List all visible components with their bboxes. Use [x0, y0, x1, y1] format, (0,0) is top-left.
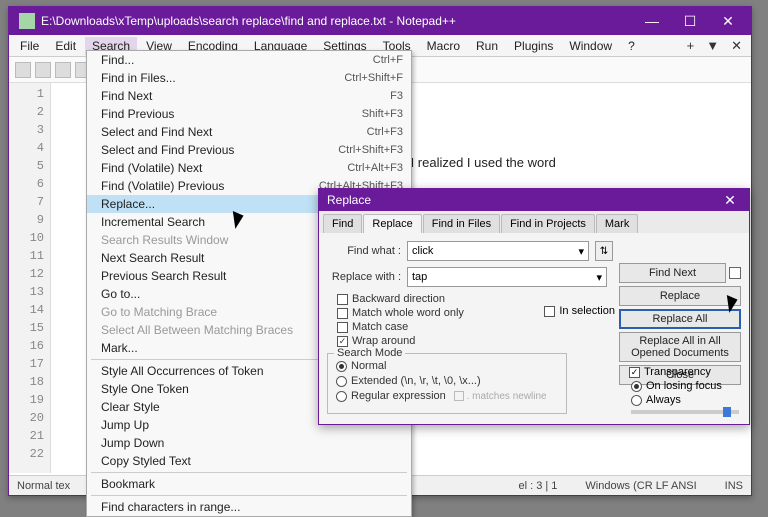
status-selection: el : 3 | 1 [518, 480, 557, 492]
maximize-button[interactable]: ☐ [671, 7, 709, 35]
menu-plugins[interactable]: Plugins [507, 37, 560, 55]
transparency-checkbox[interactable]: ✓ [629, 367, 640, 378]
dialog-titlebar[interactable]: Replace ✕ [319, 189, 749, 211]
search-menu-item[interactable]: Jump Down [87, 434, 411, 452]
tab-replace[interactable]: Replace [363, 214, 421, 233]
swap-fields-button[interactable]: ⇅ [595, 241, 613, 261]
minimize-button[interactable]: — [633, 7, 671, 35]
menu-window[interactable]: Window [562, 37, 619, 55]
options-checks: Backward direction Match whole word only… [337, 293, 613, 347]
transp-losing-focus-radio[interactable] [631, 381, 642, 392]
mode-extended-radio[interactable] [336, 376, 347, 387]
search-menu-item[interactable]: Bookmark [87, 475, 411, 493]
in-selection-checkbox[interactable] [544, 306, 555, 317]
cursor-icon [233, 209, 249, 229]
dialog-body: Find what : click▾ ⇅ Replace with : tap▾… [319, 233, 749, 424]
tab-mark[interactable]: Mark [596, 214, 638, 233]
chevron-down-icon: ▾ [578, 245, 584, 258]
search-menu-item[interactable]: Find (Volatile) NextCtrl+Alt+F3 [87, 159, 411, 177]
tab-find-in-files[interactable]: Find in Files [423, 214, 500, 233]
status-filetype: Normal tex [17, 480, 70, 492]
find-what-input[interactable]: click▾ [407, 241, 589, 261]
tab-find-in-projects[interactable]: Find in Projects [501, 214, 595, 233]
match-case-checkbox[interactable] [337, 322, 348, 333]
new-tab-button[interactable]: + [682, 36, 700, 55]
dialog-close-icon[interactable]: ✕ [719, 192, 741, 209]
in-selection-row: In selection [544, 305, 615, 317]
wrap-around-checkbox[interactable]: ✓ [337, 336, 348, 347]
menu-edit[interactable]: Edit [48, 37, 83, 55]
search-menu-item[interactable]: Select and Find PreviousCtrl+Shift+F3 [87, 141, 411, 159]
mode-normal-radio[interactable] [336, 361, 347, 372]
menu-file[interactable]: File [13, 37, 46, 55]
find-next-button[interactable]: Find Next [619, 263, 726, 283]
search-mode-group: Search Mode Normal Extended (\n, \r, \t,… [327, 353, 567, 414]
titlebar: E:\Downloads\xTemp\uploads\search replac… [9, 7, 751, 35]
search-menu-item[interactable]: Find NextF3 [87, 87, 411, 105]
replace-button[interactable]: Replace [619, 286, 741, 306]
window-title: E:\Downloads\xTemp\uploads\search replac… [41, 14, 633, 28]
line-gutter: 1234567910111213141516171819202122 [9, 83, 51, 473]
transp-always-radio[interactable] [631, 395, 642, 406]
transparency-slider[interactable] [631, 410, 739, 414]
replace-with-label: Replace with : [327, 271, 401, 283]
search-menu-item[interactable]: Find in Files...Ctrl+Shift+F [87, 69, 411, 87]
search-menu-item[interactable]: Find characters in range... [87, 498, 411, 516]
replace-all-button[interactable]: Replace All [619, 309, 741, 329]
menu-help[interactable]: ? [621, 37, 642, 55]
tab-menu-button[interactable]: ▼ [701, 36, 724, 55]
dialog-title: Replace [327, 193, 371, 207]
mode-regex-radio[interactable] [336, 391, 347, 402]
toolbar-button[interactable] [55, 62, 71, 78]
menu-run[interactable]: Run [469, 37, 505, 55]
replace-with-input[interactable]: tap▾ [407, 267, 607, 287]
status-eol: Windows (CR LF ANSI [585, 480, 696, 492]
cursor-icon [727, 293, 743, 313]
close-window-button[interactable]: ✕ [709, 7, 747, 35]
find-what-label: Find what : [327, 245, 401, 257]
search-menu-item[interactable]: Find...Ctrl+F [87, 51, 411, 69]
search-menu-item[interactable]: Find PreviousShift+F3 [87, 105, 411, 123]
find-next-pin-checkbox[interactable] [729, 267, 741, 279]
backward-checkbox[interactable] [337, 294, 348, 305]
status-ins: INS [725, 480, 743, 492]
close-tab-button[interactable]: ✕ [726, 36, 747, 56]
tab-find[interactable]: Find [323, 214, 362, 233]
toolbar-button[interactable] [15, 62, 31, 78]
transparency-group: ✓Transparency On losing focus Always [629, 366, 739, 414]
chevron-down-icon: ▾ [596, 271, 602, 284]
app-icon [19, 13, 35, 29]
whole-word-checkbox[interactable] [337, 308, 348, 319]
replace-dialog: Replace ✕ Find Replace Find in Files Fin… [318, 188, 750, 425]
toolbar-button[interactable] [35, 62, 51, 78]
menu-macro[interactable]: Macro [420, 37, 467, 55]
search-menu-item[interactable]: Select and Find NextCtrl+F3 [87, 123, 411, 141]
dialog-tabs: Find Replace Find in Files Find in Proje… [319, 211, 749, 233]
replace-all-open-button[interactable]: Replace All in All Opened Documents [619, 332, 741, 362]
search-menu-item[interactable]: Copy Styled Text [87, 452, 411, 470]
